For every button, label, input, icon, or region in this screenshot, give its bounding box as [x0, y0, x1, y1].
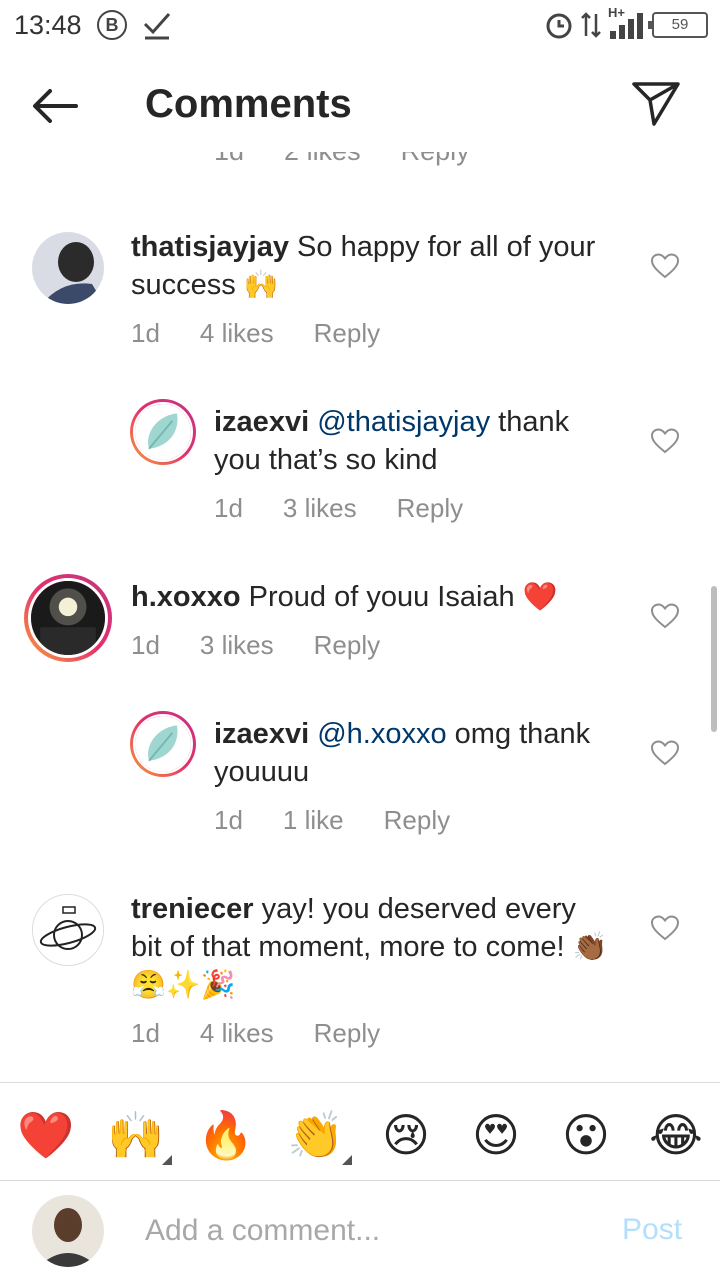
like-heart-icon[interactable] [650, 914, 680, 942]
emoji-red-heart-button[interactable]: ❤️ [16, 1105, 76, 1165]
alarm-icon [546, 13, 572, 39]
avatar[interactable] [24, 574, 112, 662]
data-transfer-icon [581, 12, 601, 38]
comment-username[interactable]: thatisjayjay [131, 231, 289, 263]
emoji-heart-eyes-button[interactable]: 😍 [466, 1105, 526, 1165]
emoji: 🙌 [243, 269, 279, 300]
emoji-laughing-face-button[interactable]: 😂 [646, 1105, 706, 1165]
comment-time: 1d [131, 1018, 160, 1048]
comment-likes[interactable]: 3 likes [283, 493, 357, 524]
mention-link[interactable]: @h.xoxxo [317, 718, 446, 750]
emoji-crying-face-button[interactable]: 😢 [376, 1105, 436, 1165]
mention-link[interactable]: @thatisjayjay [317, 406, 490, 438]
reply-button[interactable]: Reply [397, 493, 463, 524]
like-heart-icon[interactable] [650, 427, 680, 455]
reply-button[interactable]: Reply [314, 630, 380, 661]
comment-username[interactable]: h.xoxxo [131, 581, 241, 613]
direct-message-icon[interactable] [628, 78, 684, 130]
comment-text: izaexvi @thatisjayjay thank you that’s s… [214, 403, 614, 479]
avatar[interactable] [32, 232, 104, 304]
comment-input-bar: Post [0, 1180, 720, 1280]
check-icon [143, 13, 171, 40]
status-bar: 13:48 B H+ 59 [0, 0, 720, 52]
comment-time: 1d [214, 805, 243, 835]
comment-text: izaexvi @h.xoxxo omg thank youuuu [214, 715, 624, 791]
comment-username[interactable]: izaexvi [214, 406, 309, 438]
avatar[interactable] [130, 399, 196, 465]
comment-message: Proud of youu Isaiah [248, 581, 515, 613]
comment-time: 1d [131, 318, 160, 348]
back-arrow-icon[interactable] [28, 82, 84, 130]
emoji-quick-bar: ❤️ 🙌 🔥 👏 😢 😍 😮 😂 [0, 1082, 720, 1182]
like-heart-icon[interactable] [650, 739, 680, 767]
like-heart-icon[interactable] [650, 602, 680, 630]
battery-icon: 59 [648, 12, 708, 38]
comment-text: treniecer yay! you deserved every bit of… [131, 890, 611, 1004]
comment-time: 1d [214, 493, 243, 523]
comment-username[interactable]: treniecer [131, 893, 254, 925]
scrollbar[interactable] [711, 586, 717, 732]
comment-meta: 1d 3 likes Reply [214, 493, 463, 524]
comment-text: h.xoxxo Proud of youu Isaiah ❤️ [131, 578, 611, 616]
comment-time: 1d [131, 630, 160, 660]
skin-tone-indicator-icon [342, 1155, 352, 1165]
comment-meta: 1d 3 likes Reply [131, 630, 380, 661]
header: Comments [0, 60, 720, 152]
b-badge-icon: B [97, 10, 127, 40]
comment-likes[interactable]: 3 likes [200, 630, 274, 661]
avatar[interactable] [32, 894, 104, 966]
comment-likes[interactable]: 4 likes [200, 1018, 274, 1049]
emoji-clapping-hands-button[interactable]: 👏 [286, 1105, 346, 1165]
comment-likes[interactable]: 1 like [283, 805, 344, 836]
avatar [32, 1195, 104, 1267]
comment-meta: 1d 4 likes Reply [131, 1018, 380, 1049]
reply-button[interactable]: Reply [314, 318, 380, 349]
comment-input[interactable] [145, 1207, 585, 1255]
reply-button[interactable]: Reply [314, 1018, 380, 1049]
page-title: Comments [145, 82, 352, 126]
comment-text: thatisjayjay So happy for all of your su… [131, 228, 611, 304]
emoji: ❤️ [522, 581, 558, 612]
avatar[interactable] [130, 711, 196, 777]
post-button[interactable]: Post [622, 1213, 682, 1247]
emoji-raised-hands-button[interactable]: 🙌 [106, 1105, 166, 1165]
status-icons: H+ 59 [544, 5, 708, 42]
comment-meta: 1d 4 likes Reply [131, 318, 380, 349]
status-time: 13:48 [14, 10, 82, 40]
comment-meta: 1d 1 like Reply [214, 805, 450, 836]
like-heart-icon[interactable] [650, 252, 680, 280]
emoji-surprised-face-button[interactable]: 😮 [556, 1105, 616, 1165]
signal-icon: H+ [608, 5, 646, 41]
reply-button[interactable]: Reply [384, 805, 450, 836]
skin-tone-indicator-icon [162, 1155, 172, 1165]
comment-username[interactable]: izaexvi [214, 718, 309, 750]
emoji-fire-button[interactable]: 🔥 [196, 1105, 256, 1165]
comment-likes[interactable]: 4 likes [200, 318, 274, 349]
